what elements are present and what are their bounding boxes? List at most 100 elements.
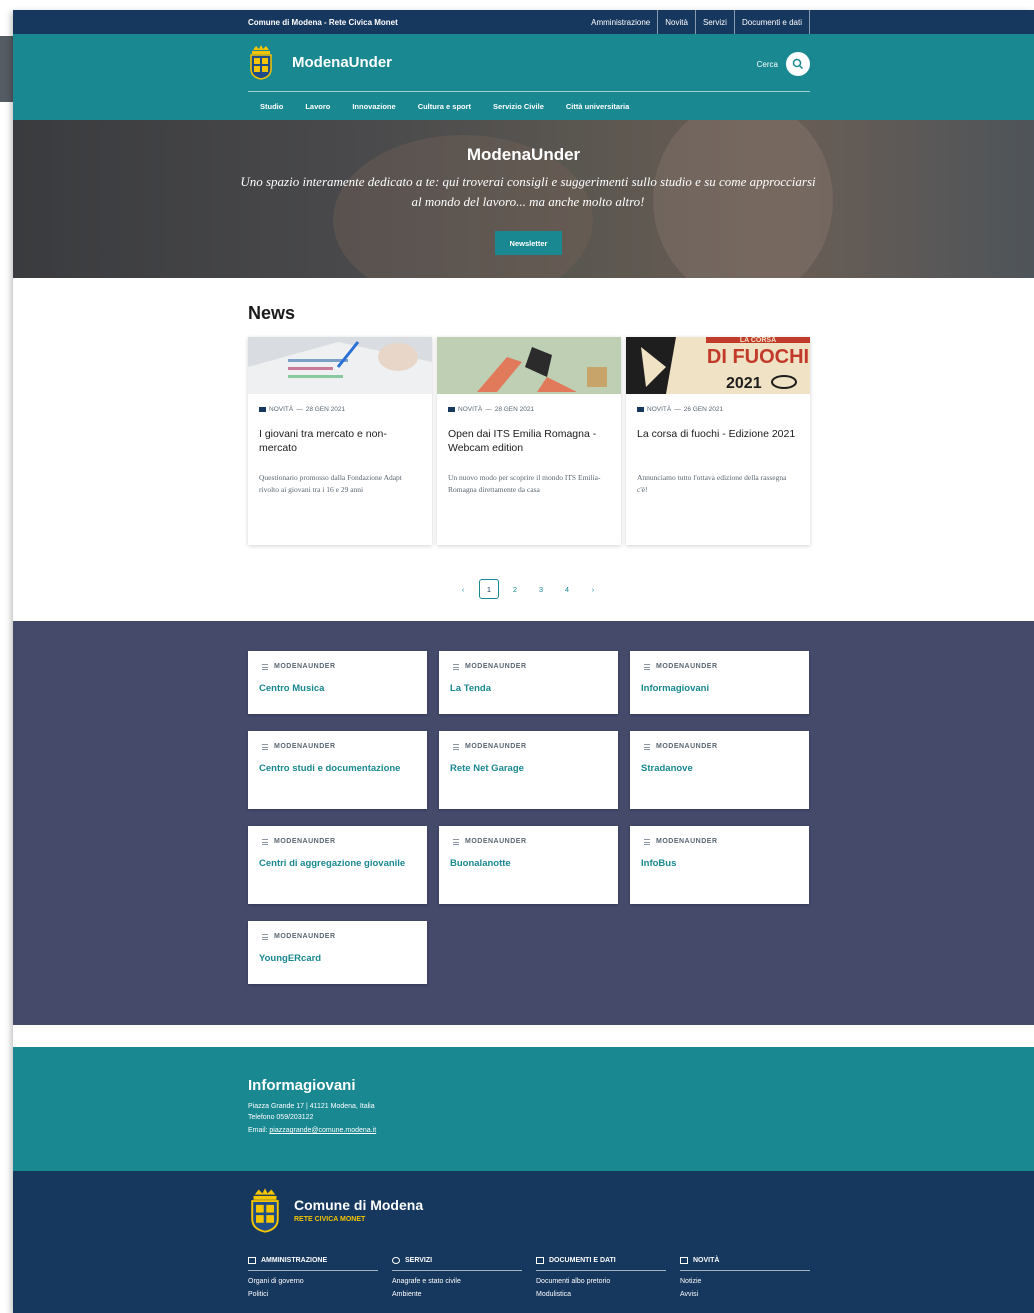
crest-icon (251, 1188, 279, 1233)
hero-banner: ModenaUnder Uno spazio interamente dedic… (13, 120, 1034, 278)
site-card[interactable]: MODENAUNDER YoungERcard (248, 921, 427, 984)
sites-section: MODENAUNDER Centro Musica MODENAUNDER La… (13, 621, 1034, 1025)
footer-link[interactable]: Politici (248, 1291, 378, 1298)
nav-item-cultura-sport[interactable]: Cultura e sport (418, 102, 471, 111)
footer-brand-text: Comune di Modena RETE CIVICA MONET (294, 1197, 423, 1223)
site-kicker: MODENAUNDER (262, 838, 336, 845)
top-bar-org-link[interactable]: Comune di Modena - Rete Civica Monet (248, 18, 398, 27)
footer-col-heading[interactable]: DOCUMENTI E DATI (536, 1257, 666, 1271)
pagination-page-1[interactable]: 1 (479, 579, 499, 599)
nav-item-studio[interactable]: Studio (260, 102, 283, 111)
site-name: ModenaUnder (292, 53, 393, 71)
news-category: NOVITÀ (458, 406, 483, 413)
nav-item-lavoro[interactable]: Lavoro (305, 102, 330, 111)
site-card[interactable]: MODENAUNDER Centro Musica (248, 651, 427, 714)
nav-item-innovazione[interactable]: Innovazione (352, 102, 395, 111)
news-title[interactable]: La corsa di fuochi - Edizione 2021 (637, 427, 797, 441)
site-kicker: MODENAUNDER (262, 663, 336, 670)
news-abstract: Questionario promosso dalla Fondazione A… (259, 473, 402, 494)
top-bar: Comune di Modena - Rete Civica Monet Amm… (13, 10, 1034, 34)
footer-link[interactable]: Avvisi (680, 1291, 810, 1298)
pagination-next-button[interactable]: › (583, 579, 603, 599)
settings-icon (392, 1257, 400, 1264)
pagination-page-3[interactable]: 3 (531, 579, 551, 599)
nav-item-servizio-civile[interactable]: Servizio Civile (493, 102, 544, 111)
top-link-novita[interactable]: Novità (657, 10, 695, 34)
nav-item-citta-universitaria[interactable]: Città universitaria (566, 102, 629, 111)
search-button[interactable] (786, 52, 810, 76)
site-card-title[interactable]: Centri di aggregazione giovanile (259, 856, 409, 871)
site-card-title[interactable]: Centro Musica (259, 681, 409, 696)
news-list: NOVITÀ — 28 GEN 2021 I giovani tra merca… (248, 337, 810, 545)
news-section-title: News (248, 303, 296, 323)
site-kicker: MODENAUNDER (644, 838, 718, 845)
pagination: ‹ 1 2 3 4 › (453, 579, 603, 599)
news-separator: — (485, 406, 492, 413)
site-card[interactable]: MODENAUNDER Rete Net Garage (439, 731, 618, 809)
footer-brand[interactable]: Comune di Modena RETE CIVICA MONET (248, 1187, 423, 1233)
poster-title-line-2: DI FUOCHI (707, 346, 809, 368)
site-card-title[interactable]: Rete Net Garage (450, 761, 600, 776)
news-separator: — (674, 406, 681, 413)
contact-email-link[interactable]: piazzagrande@comune.modena.it (269, 1127, 376, 1134)
pagination-prev-button[interactable]: ‹ (453, 579, 473, 599)
footer-brand-name: Comune di Modena (294, 1197, 424, 1213)
news-card[interactable]: NOVITÀ — 28 GEN 2021 I giovani tra merca… (248, 337, 432, 545)
site-card-title[interactable]: InfoBus (641, 856, 791, 871)
document-icon (536, 1257, 544, 1264)
site-card-title[interactable]: Stradanove (641, 761, 791, 776)
news-image-poster: LA CORSA DI FUOCHI 2021 (626, 337, 810, 394)
footer-link[interactable]: Anagrafe e stato civile (392, 1278, 522, 1285)
news-meta: NOVITÀ — 26 GEN 2021 (637, 406, 723, 413)
pagination-page-2[interactable]: 2 (505, 579, 525, 599)
main-nav: Studio Lavoro Innovazione Cultura e spor… (260, 102, 629, 111)
background-strip (0, 36, 13, 102)
site-card[interactable]: MODENAUNDER InfoBus (630, 826, 809, 904)
news-date: 28 GEN 2021 (494, 406, 535, 413)
footer-col-servizi: SERVIZI Anagrafe e stato civile Ambiente (392, 1257, 522, 1298)
site-card-title[interactable]: YoungERcard (259, 951, 409, 966)
newsletter-button[interactable]: Newsletter (495, 231, 562, 255)
list-icon (262, 838, 268, 845)
top-link-servizi[interactable]: Servizi (694, 10, 734, 34)
footer-link[interactable]: Notizie (680, 1278, 810, 1285)
footer-col-heading[interactable]: AMMINISTRAZIONE (248, 1257, 378, 1271)
site-card-title[interactable]: Buonalanotte (450, 856, 600, 871)
site-card[interactable]: MODENAUNDER Buonalanotte (439, 826, 618, 904)
news-title[interactable]: Open dai ITS Emilia Romagna - Webcam edi… (448, 427, 608, 455)
footer-link[interactable]: Documenti albo pretorio (536, 1278, 666, 1285)
site-card-title[interactable]: Informagiovani (641, 681, 791, 696)
site-card[interactable]: MODENAUNDER Informagiovani (630, 651, 809, 714)
site-card-title[interactable]: La Tenda (450, 681, 600, 696)
footer-link[interactable]: Organi di governo (248, 1278, 378, 1285)
site-card[interactable]: MODENAUNDER Centro studi e documentazion… (248, 731, 427, 809)
news-abstract: Annunciamo tutto l'ottava edizione della… (637, 473, 787, 494)
contact-phone: Telefono 059/203122 (248, 1114, 314, 1121)
site-brand[interactable]: ModenaUnder (248, 44, 392, 80)
site-card[interactable]: MODENAUNDER Stradanove (630, 731, 809, 809)
contact-address: Piazza Grande 17 | 41121 Modena, Italia (248, 1103, 375, 1110)
site-card[interactable]: MODENAUNDER La Tenda (439, 651, 618, 714)
footer-brand-sub: RETE CIVICA MONET (294, 1216, 366, 1223)
hero-subtitle: Uno spazio interamente dedicato a te: qu… (240, 174, 816, 209)
site-card-title[interactable]: Centro studi e documentazione (259, 761, 409, 776)
pagination-page-4[interactable]: 4 (557, 579, 577, 599)
news-card[interactable]: LA CORSA DI FUOCHI 2021 NOVITÀ — 26 GEN … (626, 337, 810, 545)
site-kicker: MODENAUNDER (453, 838, 527, 845)
top-link-amministrazione[interactable]: Amministrazione (584, 10, 657, 34)
site-kicker: MODENAUNDER (453, 663, 527, 670)
top-link-documenti[interactable]: Documenti e dati (733, 10, 810, 34)
news-card[interactable]: NOVITÀ — 28 GEN 2021 Open dai ITS Emilia… (437, 337, 621, 545)
news-category: NOVITÀ (647, 406, 672, 413)
contact-title: Informagiovani (248, 1077, 356, 1094)
footer-link[interactable]: Ambiente (392, 1291, 522, 1298)
site-kicker: MODENAUNDER (644, 743, 718, 750)
footer-col-heading[interactable]: NOVITÀ (680, 1257, 810, 1271)
news-title[interactable]: I giovani tra mercato e non-mercato (259, 427, 419, 455)
footer-col-heading[interactable]: SERVIZI (392, 1257, 522, 1271)
news-image-documents (248, 337, 432, 394)
footer-link[interactable]: Modulistica (536, 1291, 666, 1298)
site-card[interactable]: MODENAUNDER Centri di aggregazione giova… (248, 826, 427, 904)
contact-email-label: Email: (248, 1127, 268, 1134)
hero-title: ModenaUnder (466, 145, 581, 164)
